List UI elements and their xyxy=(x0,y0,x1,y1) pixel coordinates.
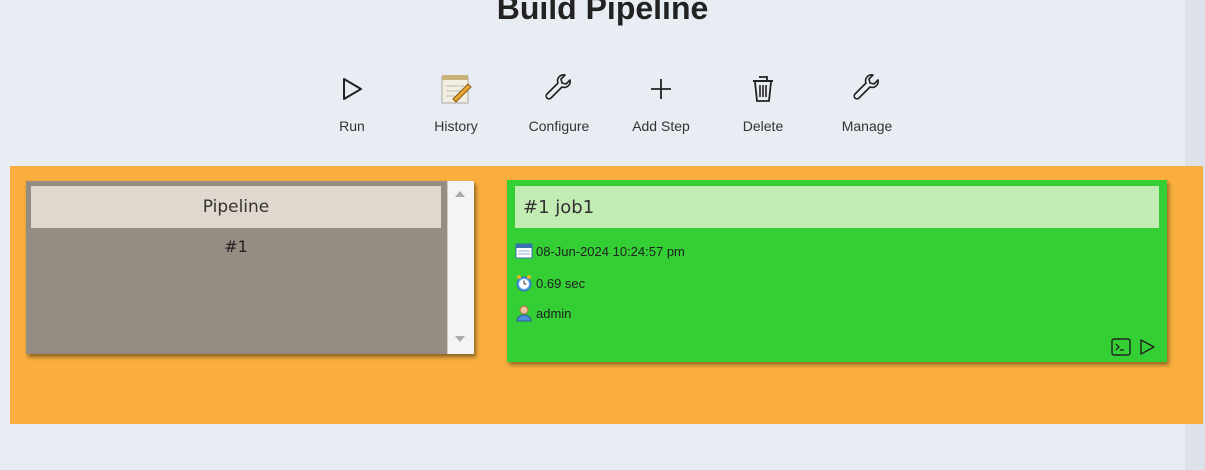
wrench-icon xyxy=(542,72,576,106)
pipeline-panel: Pipeline #1 xyxy=(26,181,474,354)
scroll-up-arrow-icon[interactable] xyxy=(455,191,465,197)
job-duration: 0.69 sec xyxy=(515,274,585,292)
console-icon[interactable] xyxy=(1111,338,1131,356)
page-title: Build Pipeline xyxy=(496,0,709,26)
play-icon xyxy=(335,72,369,106)
job-card-actions xyxy=(1111,338,1157,356)
job-duration-text: 0.69 sec xyxy=(536,275,586,291)
job-date: 08-Jun-2024 10:24:57 pm xyxy=(515,242,685,260)
pipeline-run-item[interactable]: #1 xyxy=(31,237,441,256)
job-user: admin xyxy=(515,304,571,322)
notepad-icon xyxy=(439,72,473,106)
play-icon[interactable] xyxy=(1137,338,1157,356)
trash-icon xyxy=(746,72,780,106)
run-label: Run xyxy=(339,118,365,134)
delete-label: Delete xyxy=(742,118,784,134)
calendar-icon xyxy=(515,242,533,260)
history-label: History xyxy=(434,118,478,134)
pipeline-panel-header: Pipeline xyxy=(31,186,441,228)
wrench-icon xyxy=(850,72,884,106)
job-title: #1 job1 xyxy=(515,186,1159,228)
manage-label: Manage xyxy=(841,118,893,134)
history-button[interactable]: History xyxy=(411,72,501,134)
add-step-label: Add Step xyxy=(632,118,690,134)
manage-button[interactable]: Manage xyxy=(822,72,912,134)
user-icon xyxy=(515,304,533,322)
delete-button[interactable]: Delete xyxy=(718,72,808,134)
configure-label: Configure xyxy=(528,118,590,134)
run-button[interactable]: Run xyxy=(307,72,397,134)
configure-button[interactable]: Configure xyxy=(514,72,604,134)
plus-icon xyxy=(644,72,678,106)
alarm-clock-icon xyxy=(515,274,533,292)
job-user-text: admin xyxy=(536,305,572,321)
scroll-down-arrow-icon[interactable] xyxy=(455,336,465,342)
pipeline-scrollbar[interactable] xyxy=(447,181,474,354)
job-card[interactable]: #1 job1 08-Jun-2024 10:24:57 pm 0.69 sec… xyxy=(507,180,1167,362)
job-date-text: 08-Jun-2024 10:24:57 pm xyxy=(536,243,685,259)
add-step-button[interactable]: Add Step xyxy=(616,72,706,134)
